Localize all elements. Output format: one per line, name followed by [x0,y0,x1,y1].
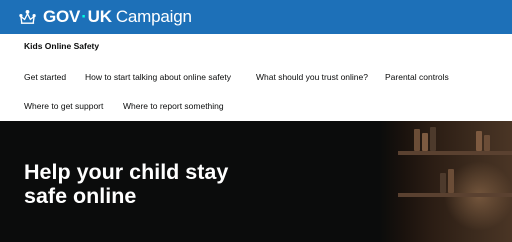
gov-uk-logo-link[interactable]: GOV·UK Campaign [18,7,192,27]
hero-background-image [380,121,512,242]
service-name-link[interactable]: Kids Online Safety [24,41,99,51]
hero-title: Help your child stay safe online [24,160,229,208]
hero-image-book [430,127,436,151]
logo-text: GOV·UK Campaign [43,7,192,27]
nav-where-to-report[interactable]: Where to report something [123,101,224,111]
logo-dot: · [81,7,87,26]
hero-image-book [422,133,428,151]
hero-image-book [414,129,420,151]
nav-get-started[interactable]: Get started [24,72,66,82]
logo-uk: UK [87,7,112,26]
nav-what-to-trust[interactable]: What should you trust online? [256,72,368,82]
crown-icon [19,9,36,24]
gov-uk-header: GOV·UK Campaign [0,0,512,34]
hero-image-book [484,135,490,151]
hero-image-shelf [398,151,512,155]
hero-image-book [440,173,446,193]
logo-campaign: Campaign [115,7,192,26]
nav-how-to-start-talking[interactable]: How to start talking about online safety [85,72,231,82]
hero-image-book [476,131,482,151]
hero-banner: Help your child stay safe online [0,121,512,242]
logo-gov: GOV [43,7,81,26]
nav-where-to-get-support[interactable]: Where to get support [24,101,103,111]
nav-parental-controls[interactable]: Parental controls [385,72,449,82]
hero-image-book [448,169,454,193]
hero-image-shelf [398,193,512,197]
